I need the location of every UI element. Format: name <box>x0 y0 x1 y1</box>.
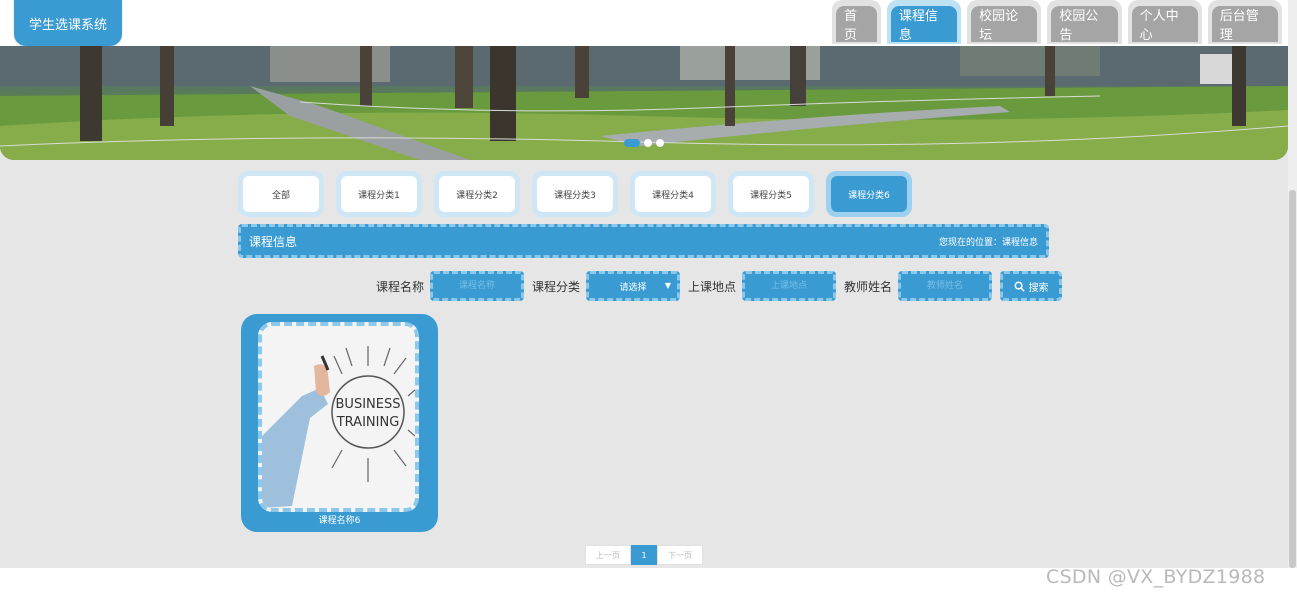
tab-all[interactable]: 全部 <box>238 171 324 217</box>
search-button-label: 搜索 <box>1028 282 1049 294</box>
course-card[interactable]: BUSINESS TRAINING 课程名称6 <box>241 314 438 532</box>
course-image[interactable]: BUSINESS TRAINING <box>258 322 419 512</box>
site-logo[interactable]: 学生选课系统 <box>14 0 122 46</box>
section-title: 课程信息 <box>249 234 298 249</box>
location-label: 上课地点 <box>688 279 737 294</box>
tab-label: 全部 <box>243 176 319 212</box>
carousel-dot[interactable] <box>644 139 652 147</box>
nav-personal-center[interactable]: 个人中心 <box>1127 0 1202 44</box>
nav-forum[interactable]: 校园论坛 <box>967 0 1042 44</box>
location-input[interactable] <box>742 271 837 301</box>
main-nav: 首页 课程信息 校园论坛 校园公告 个人中心 后台管理 <box>832 0 1288 44</box>
search-button[interactable]: 搜索 <box>1000 271 1063 301</box>
banner-carousel[interactable] <box>0 46 1288 160</box>
carousel-dots <box>624 139 664 147</box>
teacher-input[interactable] <box>898 271 993 301</box>
category-tabs: 全部 课程分类1 课程分类2 课程分类3 课程分类4 课程分类5 课程分类6 <box>238 171 912 217</box>
carousel-dot[interactable] <box>656 139 664 147</box>
search-icon <box>1014 281 1025 292</box>
nav-personal-center-label: 个人中心 <box>1131 6 1198 43</box>
image-text-line1: BUSINESS <box>336 397 401 412</box>
tab-category-4[interactable]: 课程分类4 <box>630 171 716 217</box>
tab-category-5[interactable]: 课程分类5 <box>728 171 814 217</box>
nav-admin[interactable]: 后台管理 <box>1207 0 1282 44</box>
course-name-input[interactable] <box>430 271 525 301</box>
nav-notice-label: 校园公告 <box>1051 6 1118 43</box>
tab-category-6[interactable]: 课程分类6 <box>826 171 912 217</box>
section-header: 课程信息 您现在的位置：课程信息 <box>238 224 1049 258</box>
tab-label: 课程分类6 <box>831 176 907 212</box>
image-text-line2: TRAINING <box>336 415 400 430</box>
site-title: 学生选课系统 <box>28 17 107 33</box>
nav-notice[interactable]: 校园公告 <box>1047 0 1122 44</box>
tab-category-2[interactable]: 课程分类2 <box>434 171 520 217</box>
tab-label: 课程分类4 <box>635 176 711 212</box>
tab-category-1[interactable]: 课程分类1 <box>336 171 422 217</box>
search-form: 课程名称 课程分类 请选择 ▼ 上课地点 教师姓名 搜索 <box>376 271 1063 301</box>
course-name[interactable]: 课程名称6 <box>241 513 438 526</box>
business-training-illustration: BUSINESS TRAINING <box>262 326 415 508</box>
nav-course-info-label: 课程信息 <box>890 6 958 43</box>
category-select[interactable]: 请选择 ▼ <box>586 271 681 301</box>
category-label: 课程分类 <box>532 279 581 294</box>
nav-course-info[interactable]: 课程信息 <box>886 0 962 44</box>
pagination: 上一页 1 下一页 <box>585 545 703 565</box>
category-select-value: 请选择 <box>619 282 647 293</box>
scrollbar-thumb[interactable] <box>1289 190 1296 568</box>
nav-admin-label: 后台管理 <box>1211 6 1278 43</box>
carousel-dot[interactable] <box>624 139 640 147</box>
page-number-current[interactable]: 1 <box>631 545 657 565</box>
nav-home-label: 首页 <box>836 6 877 43</box>
watermark: CSDN @VX_BYDZ1988 <box>1046 566 1266 588</box>
nav-home[interactable]: 首页 <box>832 0 881 44</box>
prev-page-button[interactable]: 上一页 <box>585 545 631 565</box>
page-scrollbar[interactable] <box>1288 0 1297 570</box>
course-name-label: 课程名称 <box>376 279 425 294</box>
tab-label: 课程分类1 <box>341 176 417 212</box>
header: 学生选课系统 首页 课程信息 校园论坛 校园公告 个人中心 后台管理 <box>0 0 1288 46</box>
teacher-label: 教师姓名 <box>844 279 893 294</box>
tab-category-3[interactable]: 课程分类3 <box>532 171 618 217</box>
tab-label: 课程分类5 <box>733 176 809 212</box>
tab-label: 课程分类2 <box>439 176 515 212</box>
tab-label: 课程分类3 <box>537 176 613 212</box>
breadcrumb: 您现在的位置：课程信息 <box>938 237 1038 248</box>
next-page-button[interactable]: 下一页 <box>657 545 703 565</box>
nav-forum-label: 校园论坛 <box>971 6 1038 43</box>
chevron-down-icon: ▼ <box>664 281 672 290</box>
